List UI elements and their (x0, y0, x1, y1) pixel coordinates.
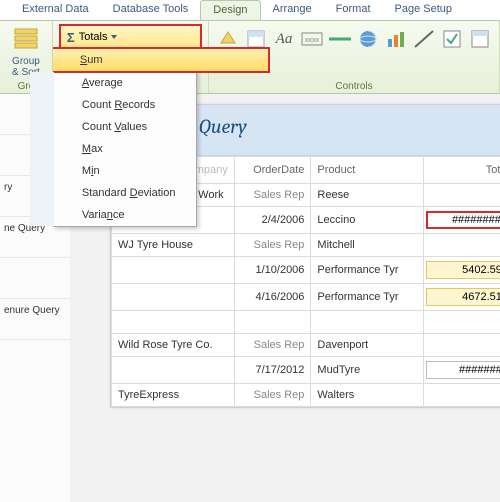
total-value[interactable] (426, 211, 500, 229)
ribbon-tabs: External Data Database Tools Design Arra… (0, 0, 500, 21)
total-value[interactable] (426, 361, 500, 379)
table-row: Wild Rose Tyre Co.Sales RepDavenport (112, 334, 500, 357)
svg-text:xxxx: xxxx (305, 37, 320, 44)
hr-icon[interactable] (329, 28, 351, 50)
globe-icon[interactable] (357, 28, 379, 50)
menu-sum-rest: um (87, 54, 102, 66)
table-row: 1/10/2006Performance Tyr (112, 257, 500, 284)
total-value[interactable] (426, 261, 500, 279)
totals-menu: Sum Average Count Records Count Values M… (53, 47, 197, 227)
table-row: 7/17/2012MudTyre (112, 357, 500, 384)
nav-item[interactable]: enure Query (0, 299, 70, 340)
menu-variance[interactable]: Variance (30, 204, 196, 226)
table-row (112, 311, 500, 334)
chart-icon[interactable] (385, 28, 407, 50)
checkbox-icon[interactable] (441, 28, 463, 50)
menu-count-records[interactable]: Count Records (30, 94, 196, 116)
tab-database-tools[interactable]: Database Tools (101, 0, 201, 20)
group-sort-icon (12, 26, 40, 54)
menu-sum[interactable]: Sum (53, 47, 270, 73)
font-icon[interactable]: Aa (273, 28, 295, 50)
textbox-icon[interactable]: xxxx (301, 28, 323, 50)
controls-group-label: Controls (209, 81, 499, 92)
tab-arrange[interactable]: Arrange (261, 0, 324, 20)
chevron-down-icon (111, 35, 117, 39)
table-row: TyreExpressSales RepWalters (112, 384, 500, 407)
table-row: 4/16/2006Performance Tyr (112, 284, 500, 311)
menu-min[interactable]: Min (30, 160, 196, 182)
tab-design[interactable]: Design (200, 0, 260, 20)
tab-format[interactable]: Format (324, 0, 383, 20)
tab-external-data[interactable]: External Data (10, 0, 101, 20)
table-row: WJ Tyre HouseSales RepMitchell (112, 234, 500, 257)
menu-count-values[interactable]: Count Values (30, 116, 196, 138)
ribbon: Group& Sort Gro Σ Totals Sum Average Cou… (0, 21, 500, 94)
tab-page-setup[interactable]: Page Setup (383, 0, 465, 20)
menu-std-dev[interactable]: Standard Deviation (30, 182, 196, 204)
menu-average[interactable]: Average (30, 72, 196, 94)
sigma-icon: Σ (67, 30, 75, 45)
form-icon[interactable] (469, 28, 491, 50)
line-icon[interactable] (413, 28, 435, 50)
total-value[interactable] (426, 288, 500, 306)
nav-item[interactable] (0, 258, 70, 299)
menu-max[interactable]: Max (30, 138, 196, 160)
totals-label: Totals (79, 31, 108, 43)
